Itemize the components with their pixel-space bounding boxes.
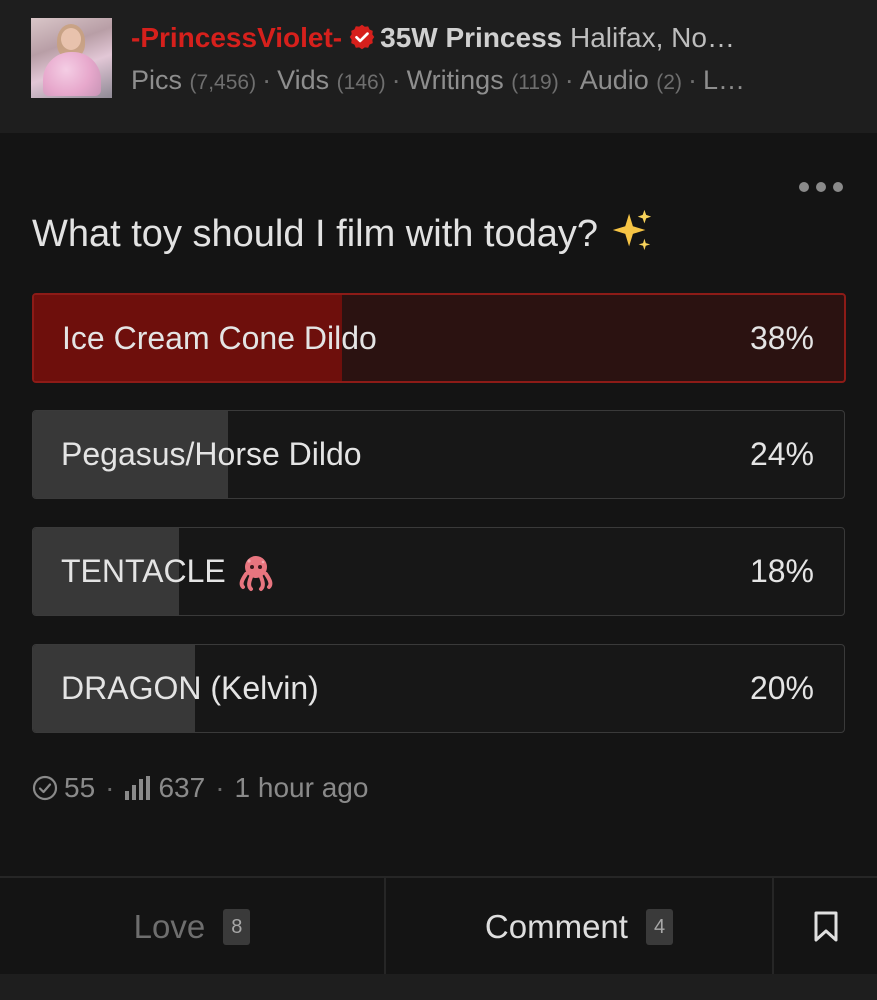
octopus-icon	[239, 555, 273, 591]
post-header: -PrincessViolet- 35W Princess Halifax, No…	[0, 0, 877, 133]
poll-option-3[interactable]: TENTACLE 18%	[32, 527, 845, 616]
media-label: Audio	[579, 65, 649, 95]
media-count: (146)	[336, 71, 386, 94]
poll-option-4[interactable]: DRAGON (Kelvin) 20%	[32, 644, 845, 733]
poll-question: What toy should I film with today?	[32, 208, 654, 258]
poll-option-percent: 20%	[749, 670, 814, 706]
vote-count: 55	[64, 772, 96, 803]
avatar-dress	[43, 52, 101, 96]
avatar-head	[61, 28, 81, 50]
user-avatar[interactable]	[31, 18, 112, 98]
check-circle-icon	[32, 775, 58, 801]
poll-option-label: Ice Cream Cone Dildo	[62, 319, 377, 356]
love-label: Love	[133, 908, 206, 945]
more-dot	[799, 182, 809, 192]
more-options-icon[interactable]	[799, 178, 843, 196]
username-link[interactable]: -PrincessViolet-	[131, 22, 342, 53]
media-link-pics[interactable]: Pics (7,456)	[131, 65, 256, 95]
bookmark-icon	[814, 911, 837, 942]
user-location: Halifax, No…	[570, 22, 735, 53]
user-info-line: -PrincessViolet- 35W Princess Halifax, No…	[131, 20, 831, 56]
comment-button[interactable]: Comment 4	[386, 878, 774, 976]
post-timestamp[interactable]: 1 hour ago	[235, 772, 369, 804]
media-label: Writings	[406, 65, 504, 95]
media-label: L…	[702, 65, 745, 95]
media-link-writings[interactable]: Writings (119)	[407, 65, 559, 95]
poll-option-1[interactable]: Ice Cream Cone Dildo 38%	[32, 293, 846, 383]
separator: ·	[215, 772, 225, 803]
separator: ·	[262, 65, 272, 95]
media-link-vids[interactable]: Vids (146)	[277, 65, 386, 95]
love-button[interactable]: Love 8	[0, 878, 386, 976]
poll-option-label-wrap: TENTACLE	[61, 528, 276, 615]
more-dot	[816, 182, 826, 192]
media-count: (2)	[656, 71, 682, 94]
separator: ·	[687, 65, 697, 95]
view-count: 637	[158, 772, 206, 803]
poll-option-label: DRAGON (Kelvin)	[61, 670, 319, 706]
media-links: Pics (7,456) · Vids (146) · Writings (119) · A…	[131, 62, 821, 98]
separator: ·	[105, 772, 115, 803]
poll-option-percent: 24%	[749, 436, 814, 472]
poll-question-text: What toy should I film with today?	[32, 213, 599, 255]
poll-option-label: TENTACLE	[61, 553, 226, 589]
poll-option-percent: 18%	[749, 553, 814, 589]
poll-option-2[interactable]: Pegasus/Horse Dildo 24%	[32, 410, 845, 499]
comment-count: 4	[645, 909, 674, 945]
media-link-more[interactable]: L…	[703, 65, 745, 95]
media-label: Pics	[131, 65, 183, 95]
media-label: Vids	[277, 65, 330, 95]
media-link-audio[interactable]: Audio (2)	[580, 65, 682, 95]
poll-option-label: Pegasus/Horse Dildo	[61, 436, 362, 472]
sparkles-icon	[612, 209, 652, 251]
separator: ·	[564, 65, 574, 95]
post-actions: Love 8 Comment 4	[0, 876, 877, 976]
poll-option-percent: 38%	[749, 319, 814, 356]
more-dot	[833, 182, 843, 192]
media-count: (7,456)	[189, 71, 257, 94]
comment-label: Comment	[484, 908, 628, 945]
love-count: 8	[223, 909, 251, 945]
separator: ·	[391, 65, 401, 95]
bar-chart-icon	[125, 776, 151, 800]
bookmark-button[interactable]	[774, 878, 877, 976]
bottom-strip	[0, 974, 877, 1000]
verified-badge-icon	[349, 24, 375, 50]
poll-stats: 55 · 637 · 1 hour ago	[32, 768, 368, 808]
media-count: (119)	[511, 71, 559, 94]
user-rank: 35W Princess	[380, 22, 563, 53]
